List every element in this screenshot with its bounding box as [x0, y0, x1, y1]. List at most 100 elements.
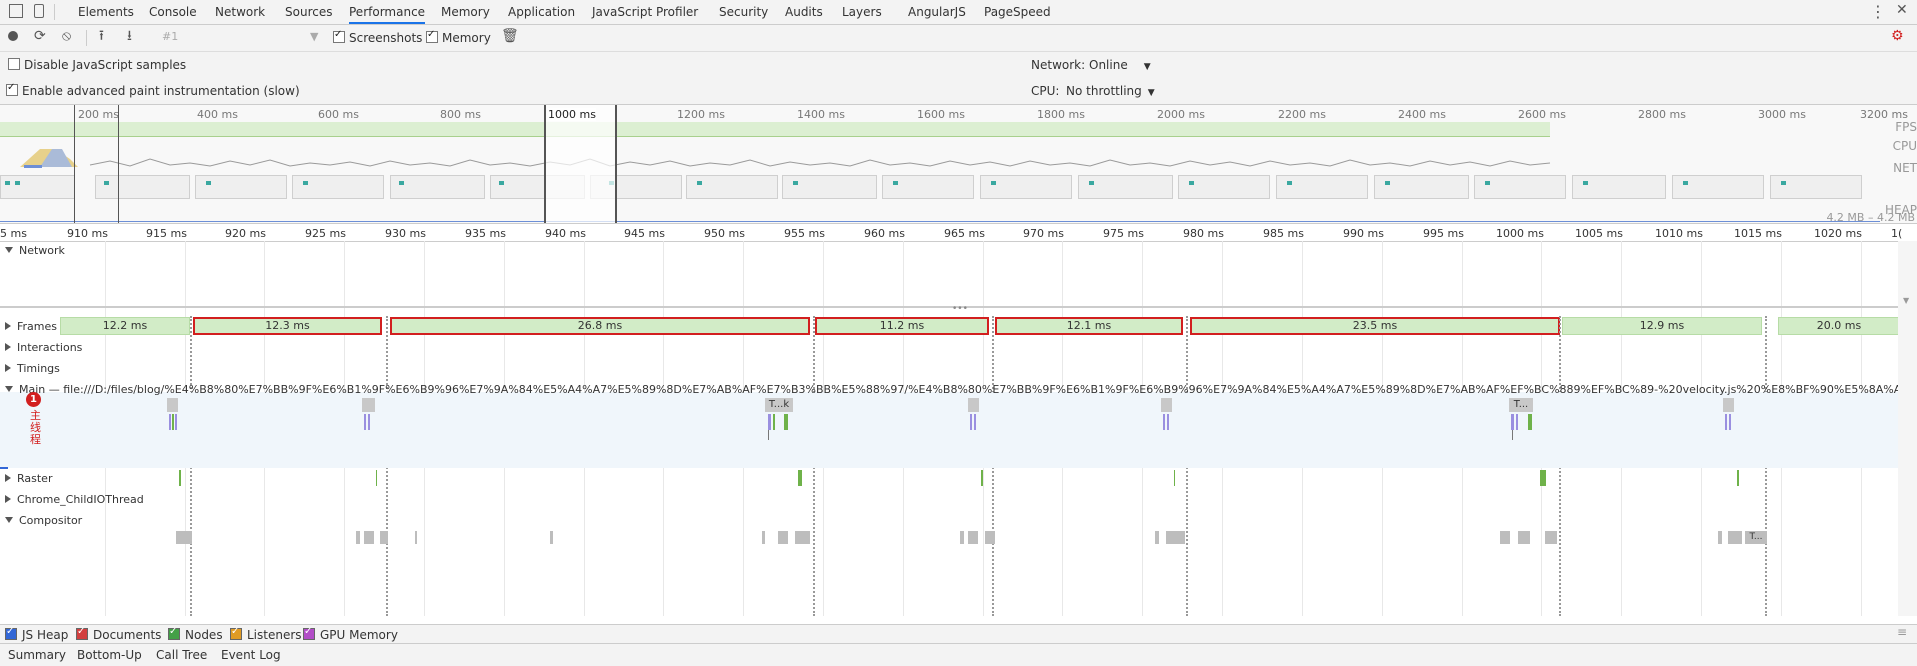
task-block[interactable] [167, 398, 178, 412]
event-bar[interactable] [172, 414, 174, 430]
tab-network[interactable]: Network [215, 0, 265, 24]
track-compositor[interactable]: Compositor [0, 514, 82, 527]
track-raster[interactable]: Raster [0, 472, 52, 485]
overview-selection-window[interactable] [544, 105, 617, 223]
frame-block[interactable]: 12.9 ms [1562, 317, 1762, 335]
task-block[interactable]: T...k [765, 398, 793, 412]
tab-angularjs[interactable]: AngularJS [908, 0, 966, 24]
tab-audits[interactable]: Audits [785, 0, 823, 24]
load-profile-icon[interactable]: ⭱ [99, 28, 104, 44]
tab-performance[interactable]: Performance [349, 0, 426, 24]
scroll-down-icon[interactable]: ▼ [1903, 296, 1909, 305]
counter-js-heap[interactable]: JS Heap [5, 626, 68, 642]
compositor-task[interactable] [795, 531, 810, 544]
compositor-task[interactable] [968, 531, 978, 544]
network-throttle-select[interactable]: Online ▼ [1089, 58, 1151, 72]
record-icon[interactable] [8, 31, 18, 41]
frame-block-long[interactable]: 11.2 ms [815, 317, 989, 335]
raster-bar[interactable] [179, 470, 181, 486]
reload-record-icon[interactable]: ⟳ [34, 28, 46, 44]
profile-select[interactable]: #1 ▼ [162, 30, 318, 43]
disable-js-samples-checkbox[interactable]: Disable JavaScript samples [8, 58, 186, 72]
task-block[interactable] [968, 398, 979, 412]
event-bar[interactable] [974, 414, 976, 430]
more-options-icon[interactable]: ⋮ [1870, 2, 1886, 21]
task-block[interactable] [362, 398, 375, 412]
task-block[interactable] [1723, 398, 1734, 412]
compositor-task[interactable] [762, 531, 765, 544]
raster-bar[interactable] [376, 470, 377, 486]
event-bar[interactable] [970, 414, 972, 430]
event-bar[interactable] [364, 414, 366, 430]
network-splitter[interactable] [0, 306, 1900, 308]
splitter-handle-icon[interactable]: ••• [952, 304, 968, 314]
event-bar[interactable] [768, 414, 771, 430]
counter-gpu-memory[interactable]: GPU Memory [303, 626, 398, 642]
compositor-task[interactable] [415, 531, 417, 544]
compositor-task[interactable] [1518, 531, 1530, 544]
window-marker[interactable] [118, 105, 119, 223]
event-bar[interactable] [1163, 414, 1165, 430]
event-bar[interactable] [1729, 414, 1731, 430]
compositor-task[interactable] [1545, 531, 1557, 544]
tab-application[interactable]: Application [508, 0, 575, 24]
track-timings[interactable]: Timings [0, 362, 60, 375]
track-interactions[interactable]: Interactions [0, 341, 82, 354]
memory-checkbox[interactable]: Memory [426, 29, 491, 45]
frame-block-long[interactable]: 12.3 ms [193, 317, 382, 335]
event-bar[interactable] [1167, 414, 1169, 430]
event-bar[interactable] [768, 430, 769, 440]
counter-listeners[interactable]: Listeners [230, 626, 302, 642]
tab-javascript-profiler[interactable]: JavaScript Profiler [592, 0, 698, 24]
compositor-task[interactable] [380, 531, 388, 544]
timeline-overview[interactable]: 200 ms 400 ms 600 ms 800 ms 1200 ms 1400… [0, 105, 1917, 224]
event-bar[interactable] [773, 414, 775, 430]
tab-pagespeed[interactable]: PageSpeed [984, 0, 1051, 24]
compositor-task[interactable] [960, 531, 964, 544]
tab-summary[interactable]: Summary [8, 648, 66, 662]
compositor-task[interactable] [1155, 531, 1159, 544]
raster-bar[interactable] [1540, 470, 1546, 486]
track-main[interactable]: Main — file:///D:/files/blog/%E4%B8%80%E… [0, 383, 1900, 396]
tab-sources[interactable]: Sources [285, 0, 332, 24]
tab-event-log[interactable]: Event Log [221, 648, 281, 662]
frame-block-long[interactable]: 23.5 ms [1190, 317, 1560, 335]
counter-nodes[interactable]: Nodes [168, 626, 223, 642]
event-bar[interactable] [1511, 414, 1514, 430]
compositor-task[interactable] [356, 531, 360, 544]
tab-elements[interactable]: Elements [78, 0, 134, 24]
compositor-task[interactable] [1718, 531, 1722, 544]
compositor-task[interactable] [985, 531, 995, 544]
tab-bottom-up[interactable]: Bottom-Up [77, 648, 142, 662]
device-toolbar-icon[interactable] [34, 4, 44, 18]
event-bar[interactable] [784, 414, 788, 430]
frame-block-long[interactable]: 12.1 ms [995, 317, 1183, 335]
compositor-task[interactable] [1166, 531, 1185, 544]
event-bar[interactable] [175, 414, 177, 430]
event-bar[interactable] [1725, 414, 1727, 430]
event-bar[interactable] [169, 414, 171, 430]
tab-security[interactable]: Security [719, 0, 768, 24]
event-bar[interactable] [1528, 414, 1532, 430]
compositor-task[interactable] [1500, 531, 1510, 544]
compositor-task[interactable] [176, 531, 192, 544]
task-block[interactable]: T... [1509, 398, 1533, 412]
raster-bar[interactable] [1174, 470, 1175, 486]
compositor-task[interactable] [1728, 531, 1742, 544]
event-bar[interactable] [368, 414, 370, 430]
event-bar[interactable] [1516, 414, 1518, 430]
close-icon[interactable]: ✕ [1896, 2, 1908, 18]
compositor-task[interactable] [778, 531, 788, 544]
clear-icon[interactable]: ⦸ [62, 28, 71, 44]
task-block[interactable] [1161, 398, 1172, 412]
compositor-task[interactable] [550, 531, 553, 544]
tab-memory[interactable]: Memory [441, 0, 490, 24]
save-profile-icon[interactable]: ⭳ [127, 28, 132, 44]
main-thread-area[interactable] [0, 392, 1900, 468]
tab-console[interactable]: Console [149, 0, 197, 24]
frame-block-long[interactable]: 26.8 ms [390, 317, 810, 335]
cpu-throttle-select[interactable]: No throttling ▼ [1066, 84, 1155, 98]
raster-bar[interactable] [981, 470, 983, 486]
frame-block[interactable]: 20.0 ms [1778, 317, 1900, 335]
track-network[interactable]: Network [0, 244, 65, 257]
